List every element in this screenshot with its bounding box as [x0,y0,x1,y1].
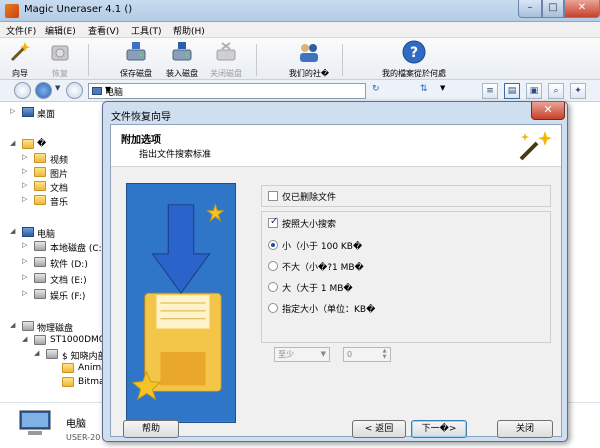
close-disk-button[interactable]: 关闭磁盘 [204,40,248,79]
drive-icon [34,257,46,267]
menu-bar: 文件(F) 编辑(E) 查看(V) 工具(T) 帮助(H) [0,22,600,38]
view-list-button[interactable]: ≡ [482,83,498,99]
drive-icon [34,289,46,299]
minimize-button[interactable]: – [518,0,542,18]
drive-icon [34,241,46,251]
drive-icon [34,273,46,283]
sort-icon[interactable]: ⇅ [420,84,428,94]
maximize-button[interactable]: □ [542,0,564,18]
deleted-only-label: 仅已删除文件 [282,193,337,203]
dialog-title: 文件恢复向导 [111,112,171,123]
folder-tree: ▷ 桌面 ◢ � ▷ 视频 ▷ 图片 ▷ 文档 ▷ 音乐 ◢ 电脑 ▷ 本地磁盘 (C:) ▷ 软… [0,102,116,402]
svg-text:?: ? [410,45,418,61]
help-dialog-button[interactable]: 帮助 [123,420,179,438]
dialog-subheading: 指出文件搜索标准 [139,150,212,160]
chevron-down-icon[interactable]: ▼ [55,84,60,92]
floppy-download-illustration [126,183,236,423]
toolbar-separator [256,44,257,76]
library-icon [22,139,34,149]
filter-icon[interactable]: ✦ [570,83,586,99]
size-option-large-radio[interactable] [268,282,278,292]
chevron-down-icon[interactable]: ▼ [440,84,445,92]
menu-edit[interactable]: 编辑(E) [45,24,76,37]
address-input[interactable]: 电脑 ▼ [88,83,366,99]
recovery-wizard-dialog: 文件恢复向导 ✕ 附加选项 指出文件搜索标准 仅已删除文件 按照大小搜索 [102,101,568,442]
wizard-button[interactable]: 向导 [6,40,34,79]
refresh-icon[interactable]: ↻ [372,84,380,94]
spinner-arrows-icon[interactable]: ▲ ▼ [380,348,389,361]
view-details-button[interactable]: ▤ [504,83,520,99]
lifebuoy-icon [51,45,69,61]
status-sub: USER-20 [66,433,101,442]
toolbar-separator [88,44,89,76]
mount-disk-button[interactable]: 装入磁盘 [160,40,204,79]
search-by-size-checkbox[interactable] [268,216,278,228]
up-nav-button[interactable] [66,82,83,99]
disk-close-icon [216,42,236,61]
next-button[interactable]: 下一�> [411,420,467,438]
title-bar: Magic Uneraser 4.1 () – □ ✕ [0,0,600,22]
back-nav-button[interactable] [14,82,31,99]
app-icon [5,4,19,18]
save-disk-button[interactable]: 保存磁盘 [114,40,158,79]
size-option-custom-label: 指定大小（单位：KB� [282,305,376,315]
menu-view[interactable]: 查看(V) [88,24,119,37]
size-search-panel: 按照大小搜索 小（小于 100 KB� 不大（小�?1 MB� 大（大于 1 M… [261,211,551,343]
min-size-select[interactable]: 至少 ▼ [274,347,330,362]
size-option-large-label: 大（大于 1 MB� [282,284,353,294]
toolbar: 向导 恢复 保存磁盘 装入磁盘 关闭磁盘 我们的社� ? 我的檔案從於何處 [0,38,600,80]
computer-icon [92,87,102,95]
deleted-only-panel: 仅已删除文件 [261,185,551,207]
back-button[interactable]: < 返回 [352,420,406,438]
size-value-input[interactable]: 0 ▲ ▼ [343,347,391,362]
window-title: Magic Uneraser 4.1 () [24,4,133,15]
question-icon: ? [402,40,426,64]
dialog-close-button[interactable]: ✕ [531,102,565,120]
folder-icon [62,363,74,373]
dialog-header: 附加选项 指出文件搜索标准 [111,125,561,167]
size-option-small-radio[interactable] [268,240,278,250]
forward-nav-button[interactable] [35,82,52,99]
partition-icon [46,349,58,359]
people-icon [300,44,318,62]
chevron-down-icon[interactable]: ▼ [105,85,362,94]
folder-icon [34,181,46,191]
size-option-custom-radio[interactable] [268,303,278,313]
menu-tools[interactable]: 工具(T) [131,24,162,37]
dialog-heading: 附加选项 [121,135,161,146]
disk-save-icon [126,42,146,61]
close-window-button[interactable]: ✕ [564,0,600,18]
deleted-only-checkbox[interactable] [268,191,278,201]
close-dialog-button[interactable]: 关闭 [497,420,553,438]
address-bar: ▼ 电脑 ▼ ↻ ⇅ ▼ ≡ ▤ ▣ ⌕ ✦ [0,80,600,102]
folder-icon [34,153,46,163]
folder-icon [34,195,46,205]
disk-icon [34,335,46,345]
size-option-medium-radio[interactable] [268,261,278,271]
computer-icon [22,227,34,237]
magic-wand-icon [519,131,552,161]
toolbar-separator [342,44,343,76]
community-button[interactable]: 我们的社� [284,40,334,79]
desktop-icon [22,107,34,117]
folder-icon [62,377,74,387]
size-option-medium-label: 不大（小�?1 MB� [282,263,364,273]
search-icon[interactable]: ⌕ [548,83,564,99]
recover-button[interactable]: 恢复 [46,40,74,79]
disk-mount-icon [172,42,192,61]
help-button[interactable]: ? 我的檔案從於何處 [372,40,456,79]
chevron-down-icon: ▼ [320,350,326,358]
dialog-body: 附加选项 指出文件搜索标准 仅已删除文件 按照大小搜索 小（小于 100 KB� [110,124,562,438]
folder-icon [34,167,46,177]
magic-wand-icon [10,42,30,62]
status-name: 电脑 [66,419,86,430]
disk-icon [22,321,34,331]
save-view-button[interactable]: ▣ [526,83,542,99]
size-option-small-label: 小（小于 100 KB� [282,242,363,252]
search-by-size-label: 按照大小搜索 [282,220,337,230]
computer-icon [19,410,51,435]
menu-file[interactable]: 文件(F) [6,24,36,37]
menu-help[interactable]: 帮助(H) [173,24,205,37]
